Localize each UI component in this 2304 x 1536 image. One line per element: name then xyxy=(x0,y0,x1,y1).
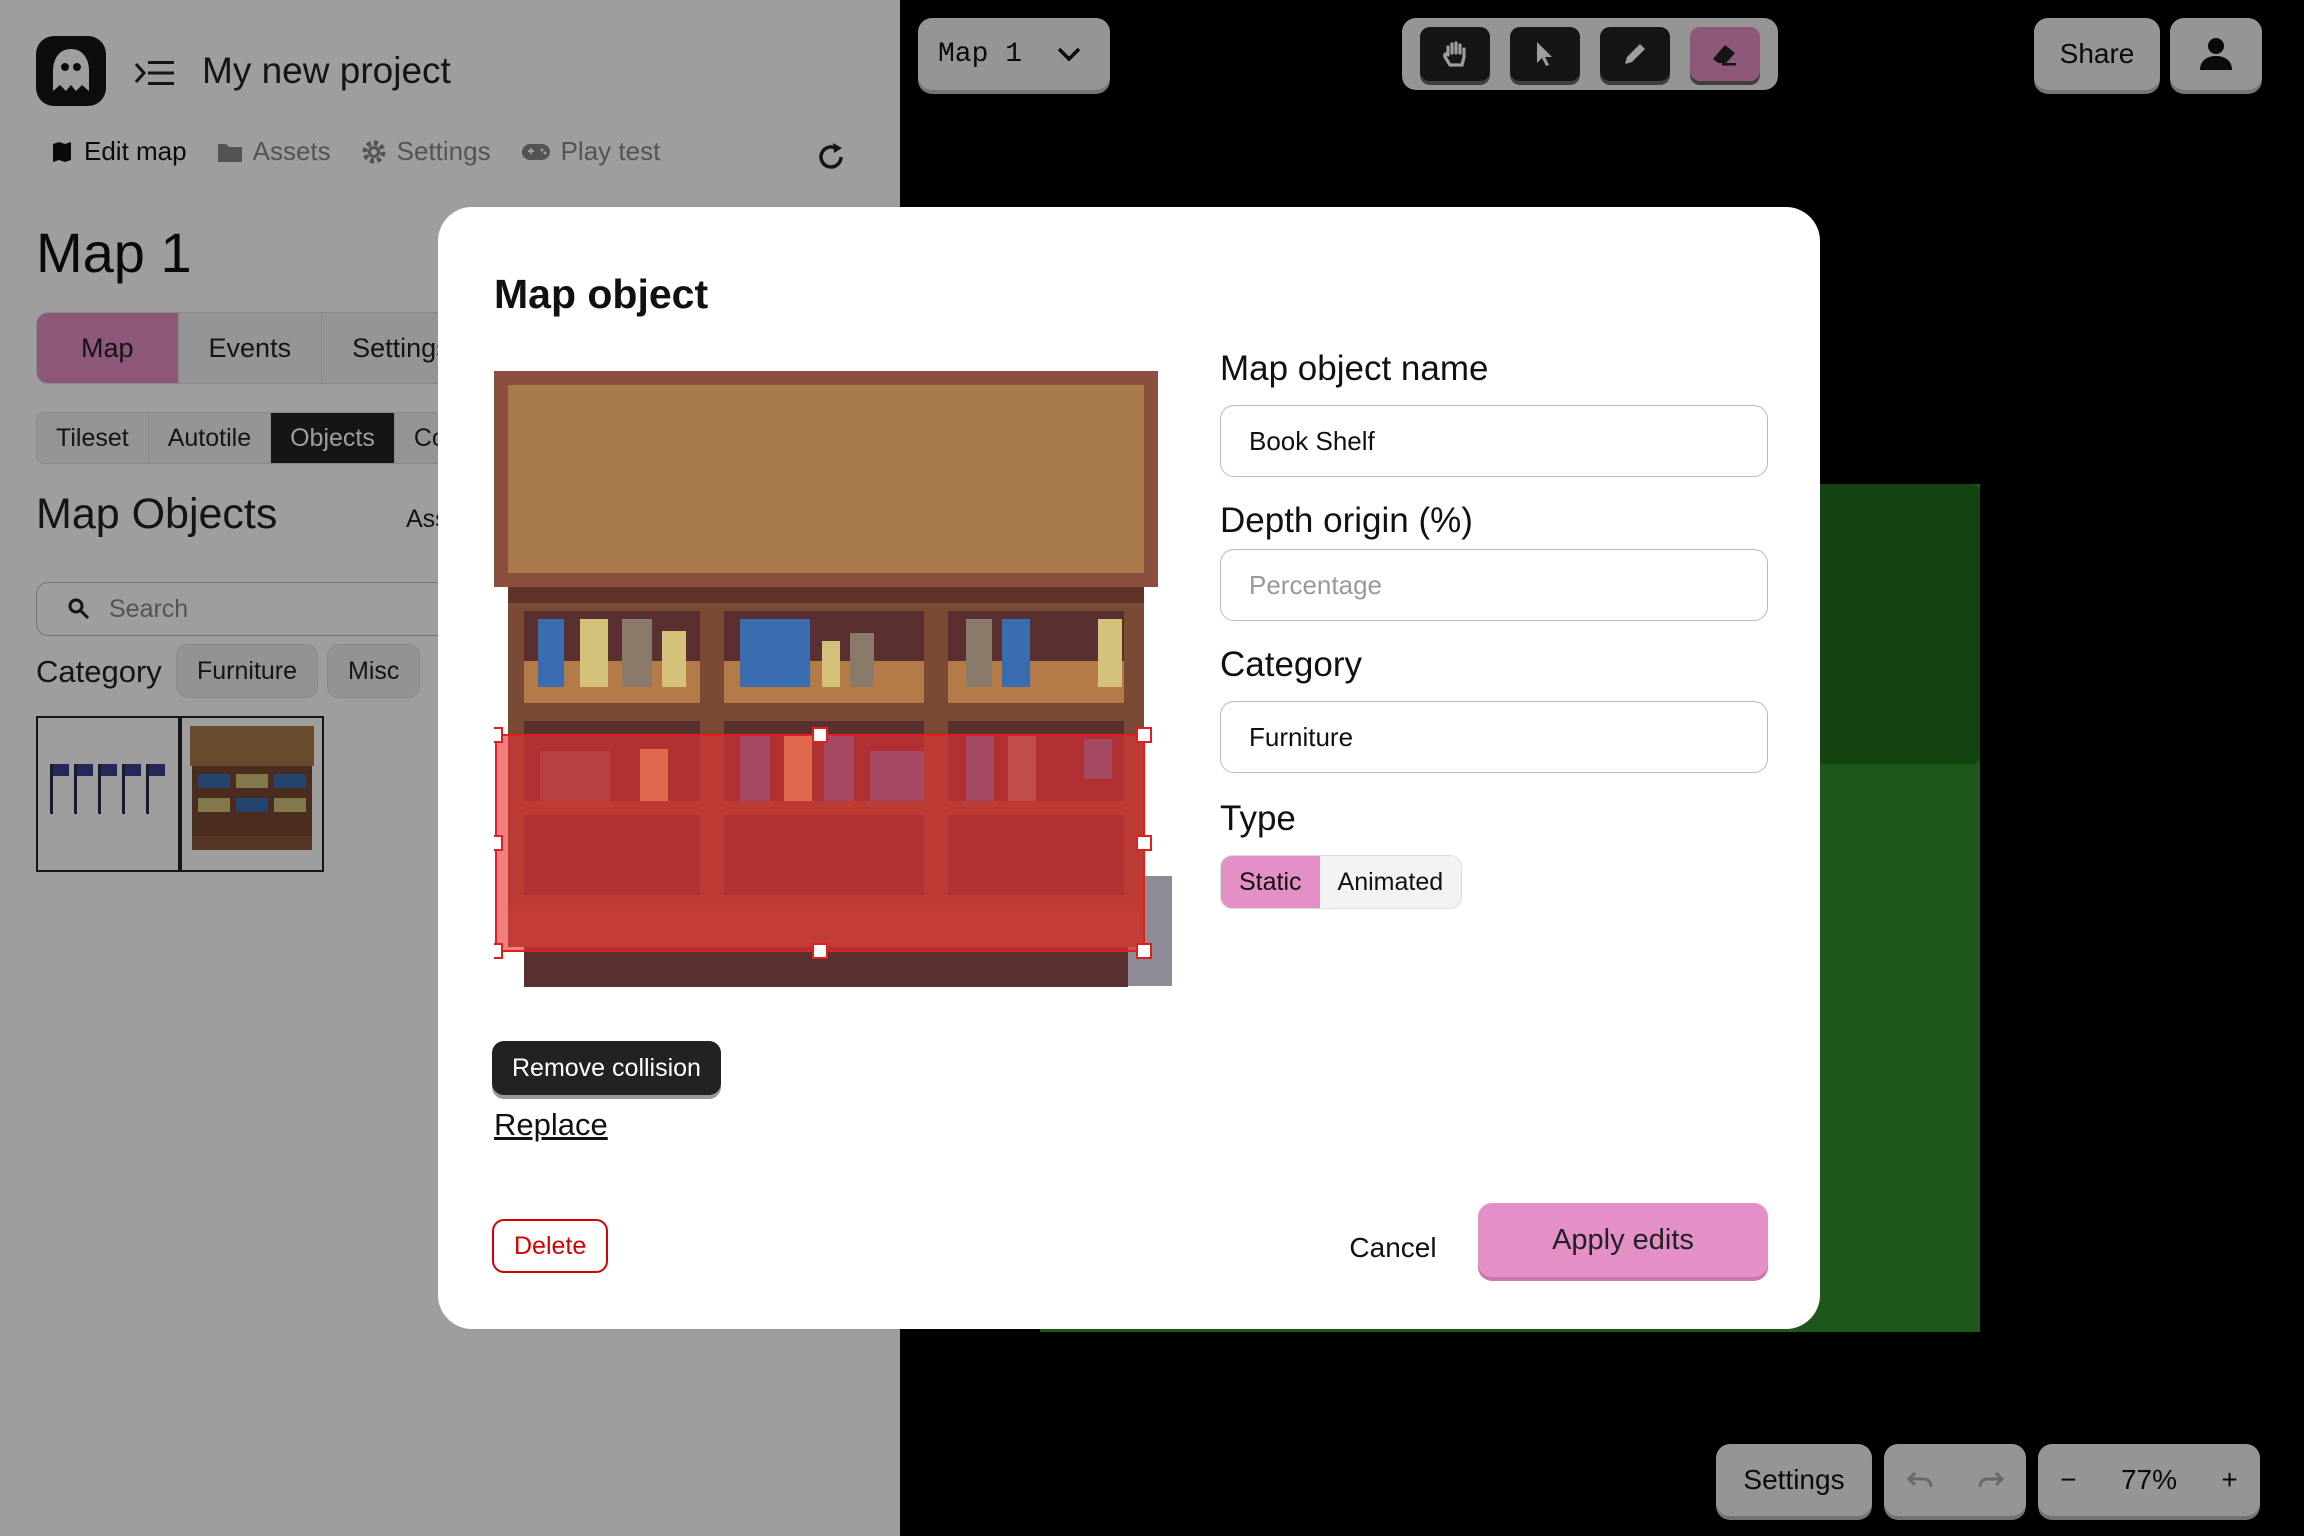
type-animated-option[interactable]: Animated xyxy=(1319,856,1462,908)
dialog-title: Map object xyxy=(494,271,709,317)
depth-label: Depth origin (%) xyxy=(1220,501,1473,540)
type-static-option[interactable]: Static xyxy=(1221,856,1320,908)
category-label: Category xyxy=(1220,645,1363,684)
remove-collision-button[interactable]: Remove collision xyxy=(492,1041,721,1095)
object-name-field[interactable] xyxy=(1220,405,1768,477)
object-sprite-editor[interactable] xyxy=(494,371,1184,1031)
replace-link[interactable]: Replace xyxy=(494,1107,608,1143)
type-label: Type xyxy=(1220,799,1296,838)
name-label: Map object name xyxy=(1220,349,1489,388)
category-field[interactable] xyxy=(1220,701,1768,773)
map-object-dialog: Map object Remove collision Replace Dele… xyxy=(438,207,1820,1329)
type-toggle: Static Animated xyxy=(1220,855,1463,909)
cancel-button[interactable]: Cancel xyxy=(1318,1215,1468,1281)
apply-edits-button[interactable]: Apply edits xyxy=(1478,1203,1768,1277)
delete-button[interactable]: Delete xyxy=(492,1219,609,1273)
depth-origin-field[interactable] xyxy=(1220,549,1768,621)
collision-box[interactable] xyxy=(495,734,1145,952)
